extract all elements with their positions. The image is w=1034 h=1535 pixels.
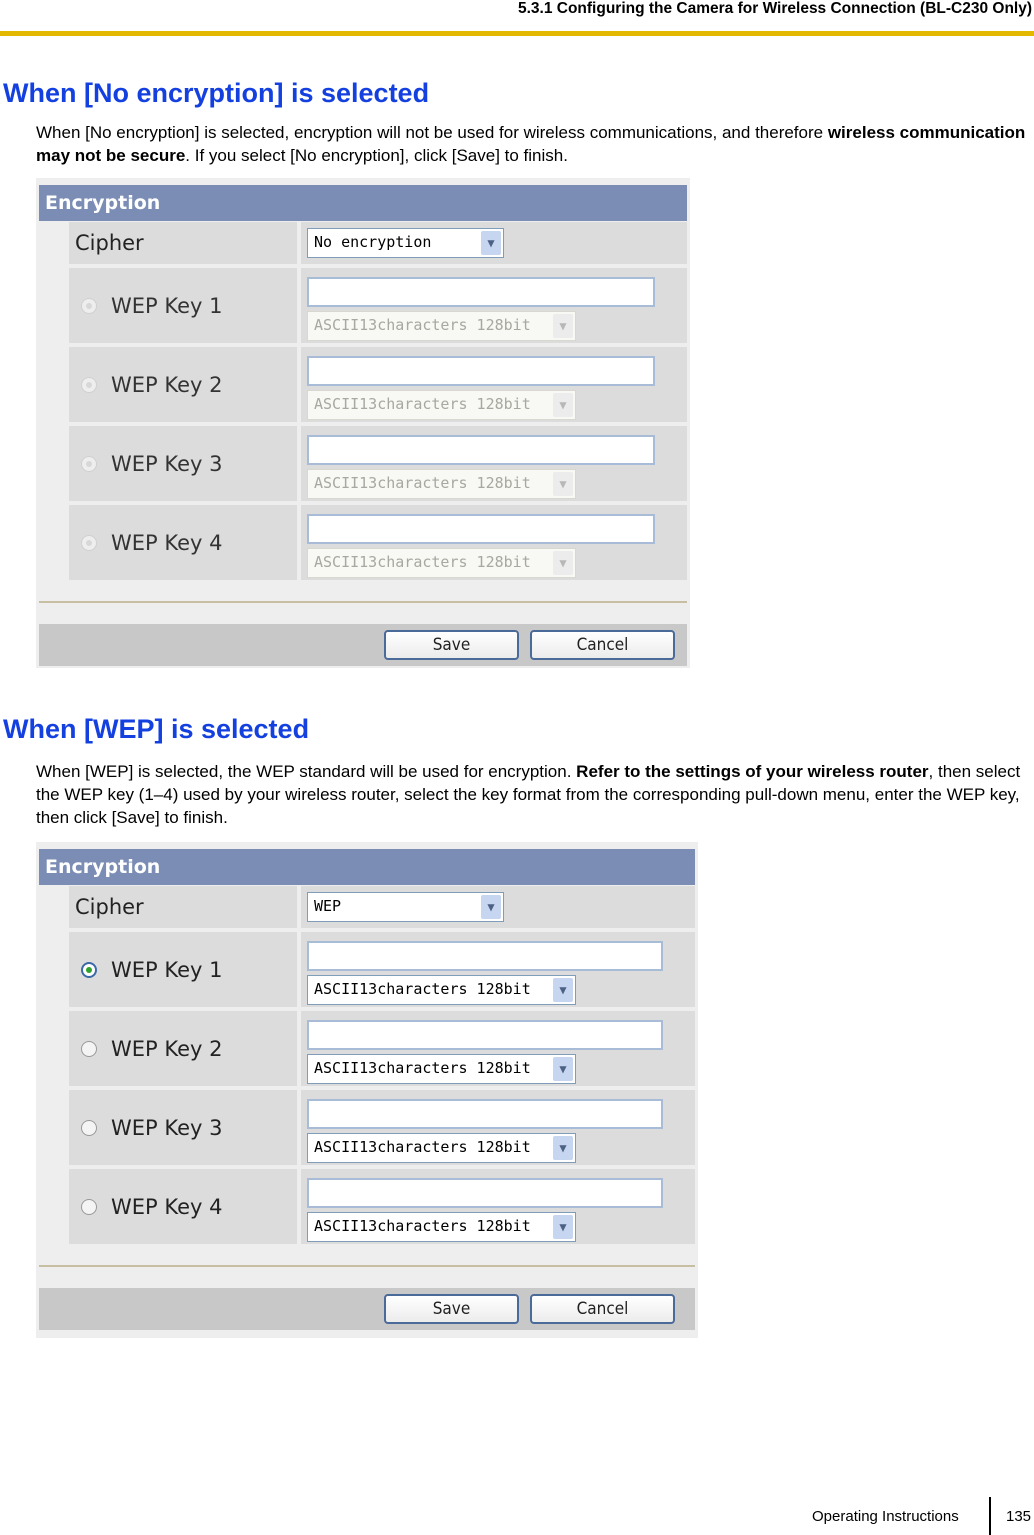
cancel-button[interactable]: Cancel xyxy=(530,1294,675,1324)
chevron-down-icon: ▼ xyxy=(553,551,573,575)
cipher-row: Cipher No encryption ▼ xyxy=(69,222,687,264)
panel-title: Encryption xyxy=(39,185,687,221)
wep-key-label: WEP Key 4 xyxy=(111,530,223,555)
cipher-select[interactable]: No encryption ▼ xyxy=(307,228,504,258)
wep-key-label: WEP Key 1 xyxy=(111,293,223,318)
key-format-select[interactable]: ASCII13characters 128bit ▼ xyxy=(307,469,576,499)
cipher-label: Cipher xyxy=(69,886,297,928)
chevron-down-icon: ▼ xyxy=(481,231,501,255)
wep-key-input[interactable] xyxy=(307,435,655,465)
wep-key-label: WEP Key 2 xyxy=(111,1036,223,1061)
wep-key-input[interactable] xyxy=(307,514,655,544)
wep-key-label: WEP Key 3 xyxy=(111,451,223,476)
key-format-select[interactable]: ASCII13characters 128bit ▼ xyxy=(307,390,576,420)
wep-key-radio[interactable] xyxy=(81,455,97,472)
section-paragraph: When [No encryption] is selected, encryp… xyxy=(36,123,1026,165)
wep-key-radio[interactable] xyxy=(81,1119,97,1136)
wep-key-label: WEP Key 3 xyxy=(111,1115,223,1140)
wep-key-label: WEP Key 1 xyxy=(111,957,223,982)
section-heading-no-encryption: When [No encryption] is selected xyxy=(3,78,430,108)
panel-title: Encryption xyxy=(39,849,695,885)
chevron-down-icon: ▼ xyxy=(553,1215,573,1239)
wep-key-input[interactable] xyxy=(307,1020,663,1050)
chevron-down-icon: ▼ xyxy=(481,895,501,919)
wep-key-input[interactable] xyxy=(307,277,655,307)
wep-key-radio[interactable] xyxy=(81,1040,97,1057)
wep-key-label: WEP Key 2 xyxy=(111,372,223,397)
key-format-select[interactable]: ASCII13characters 128bit ▼ xyxy=(307,311,576,341)
key-format-select[interactable]: ASCII13characters 128bit ▼ xyxy=(307,975,576,1005)
wep-key-input[interactable] xyxy=(307,1178,663,1208)
button-bar: Save Cancel xyxy=(39,1288,695,1330)
chevron-down-icon: ▼ xyxy=(553,978,573,1002)
wep-key-input[interactable] xyxy=(307,1099,663,1129)
save-button[interactable]: Save xyxy=(384,630,519,660)
cancel-button[interactable]: Cancel xyxy=(530,630,675,660)
button-bar: Save Cancel xyxy=(39,624,687,666)
key-format-select[interactable]: ASCII13characters 128bit ▼ xyxy=(307,1054,576,1084)
wep-key-row: WEP Key 1 ASCII13characters 128bit ▼ xyxy=(69,268,687,343)
chevron-down-icon: ▼ xyxy=(553,1057,573,1081)
chevron-down-icon: ▼ xyxy=(553,314,573,338)
divider xyxy=(39,1265,695,1267)
chevron-down-icon: ▼ xyxy=(553,393,573,417)
cipher-select[interactable]: WEP ▼ xyxy=(307,892,504,922)
wep-key-radio[interactable] xyxy=(81,1198,97,1215)
page-number: 135 xyxy=(1006,1508,1032,1525)
encryption-panel: Encryption Cipher WEP ▼ WEP Key 1 ASCII13char… xyxy=(36,842,698,1338)
encryption-panel: Encryption Cipher No encryption ▼ WEP Key 1 A… xyxy=(36,178,690,668)
wep-key-radio[interactable] xyxy=(81,961,97,978)
cipher-label: Cipher xyxy=(69,222,297,264)
chevron-down-icon: ▼ xyxy=(553,472,573,496)
wep-key-row: WEP Key 4 ASCII13characters 128bit ▼ xyxy=(69,505,687,580)
chevron-down-icon: ▼ xyxy=(553,1136,573,1160)
save-button[interactable]: Save xyxy=(384,1294,519,1324)
wep-key-row: WEP Key 3 ASCII13characters 128bit ▼ xyxy=(69,426,687,501)
wep-key-radio[interactable] xyxy=(81,376,97,393)
section-header: 5.3.1 Configuring the Camera for Wireles… xyxy=(517,0,1032,17)
key-format-select[interactable]: ASCII13characters 128bit ▼ xyxy=(307,1133,576,1163)
footer-doc-name: Operating Instructions xyxy=(812,1508,959,1525)
wep-key-row: WEP Key 2 ASCII13characters 128bit ▼ xyxy=(69,1011,695,1086)
wep-key-row: WEP Key 1 ASCII13characters 128bit ▼ xyxy=(69,932,695,1007)
wep-key-row: WEP Key 3 ASCII13characters 128bit ▼ xyxy=(69,1090,695,1165)
wep-key-radio[interactable] xyxy=(81,297,97,314)
key-format-select[interactable]: ASCII13characters 128bit ▼ xyxy=(307,548,576,578)
wep-key-radio[interactable] xyxy=(81,534,97,551)
divider xyxy=(39,601,687,603)
wep-key-row: WEP Key 2 ASCII13characters 128bit ▼ xyxy=(69,347,687,422)
wep-key-input[interactable] xyxy=(307,356,655,386)
wep-key-label: WEP Key 4 xyxy=(111,1194,223,1219)
wep-key-input[interactable] xyxy=(307,941,663,971)
section-paragraph: When [WEP] is selected, the WEP standard… xyxy=(36,762,1021,827)
cipher-row: Cipher WEP ▼ xyxy=(69,886,695,928)
section-heading-wep: When [WEP] is selected xyxy=(3,714,310,744)
key-format-select[interactable]: ASCII13characters 128bit ▼ xyxy=(307,1212,576,1242)
footer-divider xyxy=(989,1497,991,1535)
wep-key-row: WEP Key 4 ASCII13characters 128bit ▼ xyxy=(69,1169,695,1244)
header-rule xyxy=(0,31,1034,36)
